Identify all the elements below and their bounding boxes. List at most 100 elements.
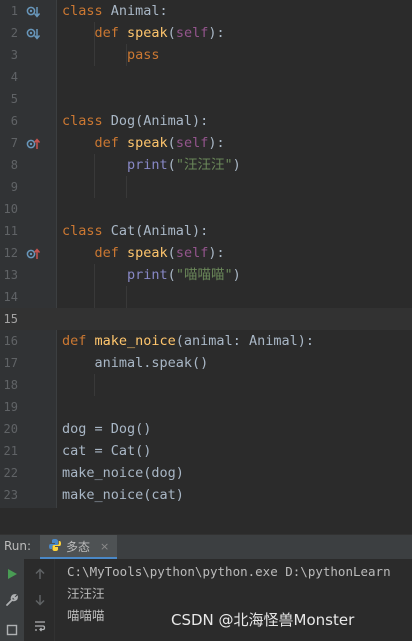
- code-text: make_noice(cat): [62, 484, 184, 506]
- code-token: ): [232, 157, 241, 173]
- code-token: speak: [127, 25, 168, 41]
- code-token: Dog(Animal):: [110, 113, 209, 129]
- code-token: (: [167, 157, 176, 173]
- code-token: self: [175, 245, 209, 261]
- code-line[interactable]: 13 print("喵喵喵"): [0, 264, 412, 286]
- code-text: class Cat(Animal):: [62, 220, 208, 242]
- code-token: make_noice(cat): [62, 487, 184, 503]
- code-line[interactable]: 12 def speak(self):: [0, 242, 412, 264]
- line-number: 13: [3, 268, 18, 282]
- line-number: 14: [3, 290, 18, 304]
- line-number: 10: [3, 202, 18, 216]
- code-token: (: [167, 135, 176, 151]
- line-number: 5: [10, 92, 18, 106]
- code-token: speak: [127, 245, 168, 261]
- code-text: def speak(self):: [62, 242, 225, 264]
- code-token: ):: [208, 135, 225, 151]
- python-icon: [48, 537, 62, 556]
- code-token: pass: [62, 47, 160, 63]
- code-editor[interactable]: 1 class Animal: 2 def speak(self): 3 pass 4 5…: [0, 0, 412, 508]
- arrow-down-icon[interactable]: [31, 591, 49, 609]
- code-line[interactable]: 2 def speak(self):: [0, 22, 412, 44]
- code-line[interactable]: 16 def make_noice(animal: Animal):: [0, 330, 412, 352]
- indent-guide: [126, 44, 127, 66]
- overrides-up-icon[interactable]: [26, 136, 41, 150]
- line-number: 6: [10, 114, 18, 128]
- line-number: 16: [3, 334, 18, 348]
- code-line[interactable]: 8 print("汪汪汪"): [0, 154, 412, 176]
- run-tab-duotai[interactable]: 多态 ×: [40, 535, 118, 559]
- overrides-up-icon[interactable]: [26, 246, 41, 260]
- console-line: 喵喵喵: [67, 608, 105, 623]
- line-number: 21: [3, 444, 18, 458]
- code-line[interactable]: 7 def speak(self):: [0, 132, 412, 154]
- stop-icon[interactable]: [3, 621, 21, 639]
- code-token: class: [62, 223, 111, 239]
- run-label: Run:: [4, 539, 32, 553]
- code-token: animal.speak(): [62, 355, 209, 371]
- code-token: def: [62, 333, 95, 349]
- code-line[interactable]: 17 animal.speak(): [0, 352, 412, 374]
- line-number: 20: [3, 422, 18, 436]
- code-token: self: [175, 135, 209, 151]
- wrench-icon[interactable]: [3, 591, 21, 609]
- code-line[interactable]: 9: [0, 176, 412, 198]
- run-secondary-toolbar: [26, 559, 55, 641]
- line-number: 3: [10, 48, 18, 62]
- code-line[interactable]: 23 make_noice(cat): [0, 484, 412, 506]
- code-text: def make_noice(animal: Animal):: [62, 330, 314, 352]
- code-line[interactable]: 18: [0, 374, 412, 396]
- code-line[interactable]: 22 make_noice(dog): [0, 462, 412, 484]
- code-line[interactable]: 6 class Dog(Animal):: [0, 110, 412, 132]
- code-token: def: [62, 245, 128, 261]
- close-icon[interactable]: ×: [100, 540, 109, 553]
- line-number: 8: [10, 158, 18, 172]
- indent-guide: [94, 374, 95, 396]
- line-number: 9: [10, 180, 18, 194]
- code-line[interactable]: 1 class Animal:: [0, 0, 412, 22]
- code-text: class Animal:: [62, 0, 168, 22]
- implemented-down-icon[interactable]: [26, 4, 41, 18]
- code-text: animal.speak(): [62, 352, 209, 374]
- line-number: 23: [3, 488, 18, 502]
- code-token: make_noice(dog): [62, 465, 184, 481]
- code-line[interactable]: 11 class Cat(Animal):: [0, 220, 412, 242]
- code-line[interactable]: 20 dog = Dog(): [0, 418, 412, 440]
- code-token: make_noice: [94, 333, 176, 349]
- arrow-up-icon[interactable]: [31, 565, 49, 583]
- code-text: def speak(self):: [62, 22, 225, 44]
- code-line[interactable]: 4: [0, 66, 412, 88]
- line-number: 4: [10, 70, 18, 84]
- code-token: class: [62, 3, 111, 19]
- line-number: 2: [10, 26, 18, 40]
- code-token: class: [62, 113, 111, 129]
- implemented-down-icon[interactable]: [26, 26, 41, 40]
- indent-guide: [94, 264, 95, 308]
- code-text: print("喵喵喵"): [62, 264, 241, 286]
- run-tab-label: 多态: [66, 539, 91, 554]
- code-text: cat = Cat(): [62, 440, 151, 462]
- code-line[interactable]: 15: [0, 308, 412, 330]
- code-token: (: [167, 267, 176, 283]
- indent-guide: [94, 22, 95, 66]
- code-line[interactable]: 19: [0, 396, 412, 418]
- line-number: 19: [3, 400, 18, 414]
- code-line[interactable]: 21 cat = Cat(): [0, 440, 412, 462]
- code-line[interactable]: 5: [0, 88, 412, 110]
- code-text: def speak(self):: [62, 132, 225, 154]
- line-number: 7: [10, 136, 18, 150]
- code-line[interactable]: 3 pass: [0, 44, 412, 66]
- code-line[interactable]: 14: [0, 286, 412, 308]
- code-line[interactable]: 10: [0, 198, 412, 220]
- code-token: "喵喵喵": [175, 267, 233, 283]
- code-token: self: [175, 25, 209, 41]
- code-token: print: [127, 267, 168, 283]
- soft-wrap-icon[interactable]: [31, 617, 49, 635]
- run-play-icon[interactable]: [3, 565, 21, 583]
- code-token: (animal: Animal):: [175, 333, 314, 349]
- code-token: def: [62, 135, 128, 151]
- line-number: 22: [3, 466, 18, 480]
- code-token: ): [232, 267, 241, 283]
- code-text: pass: [62, 44, 160, 66]
- code-token: (: [167, 25, 176, 41]
